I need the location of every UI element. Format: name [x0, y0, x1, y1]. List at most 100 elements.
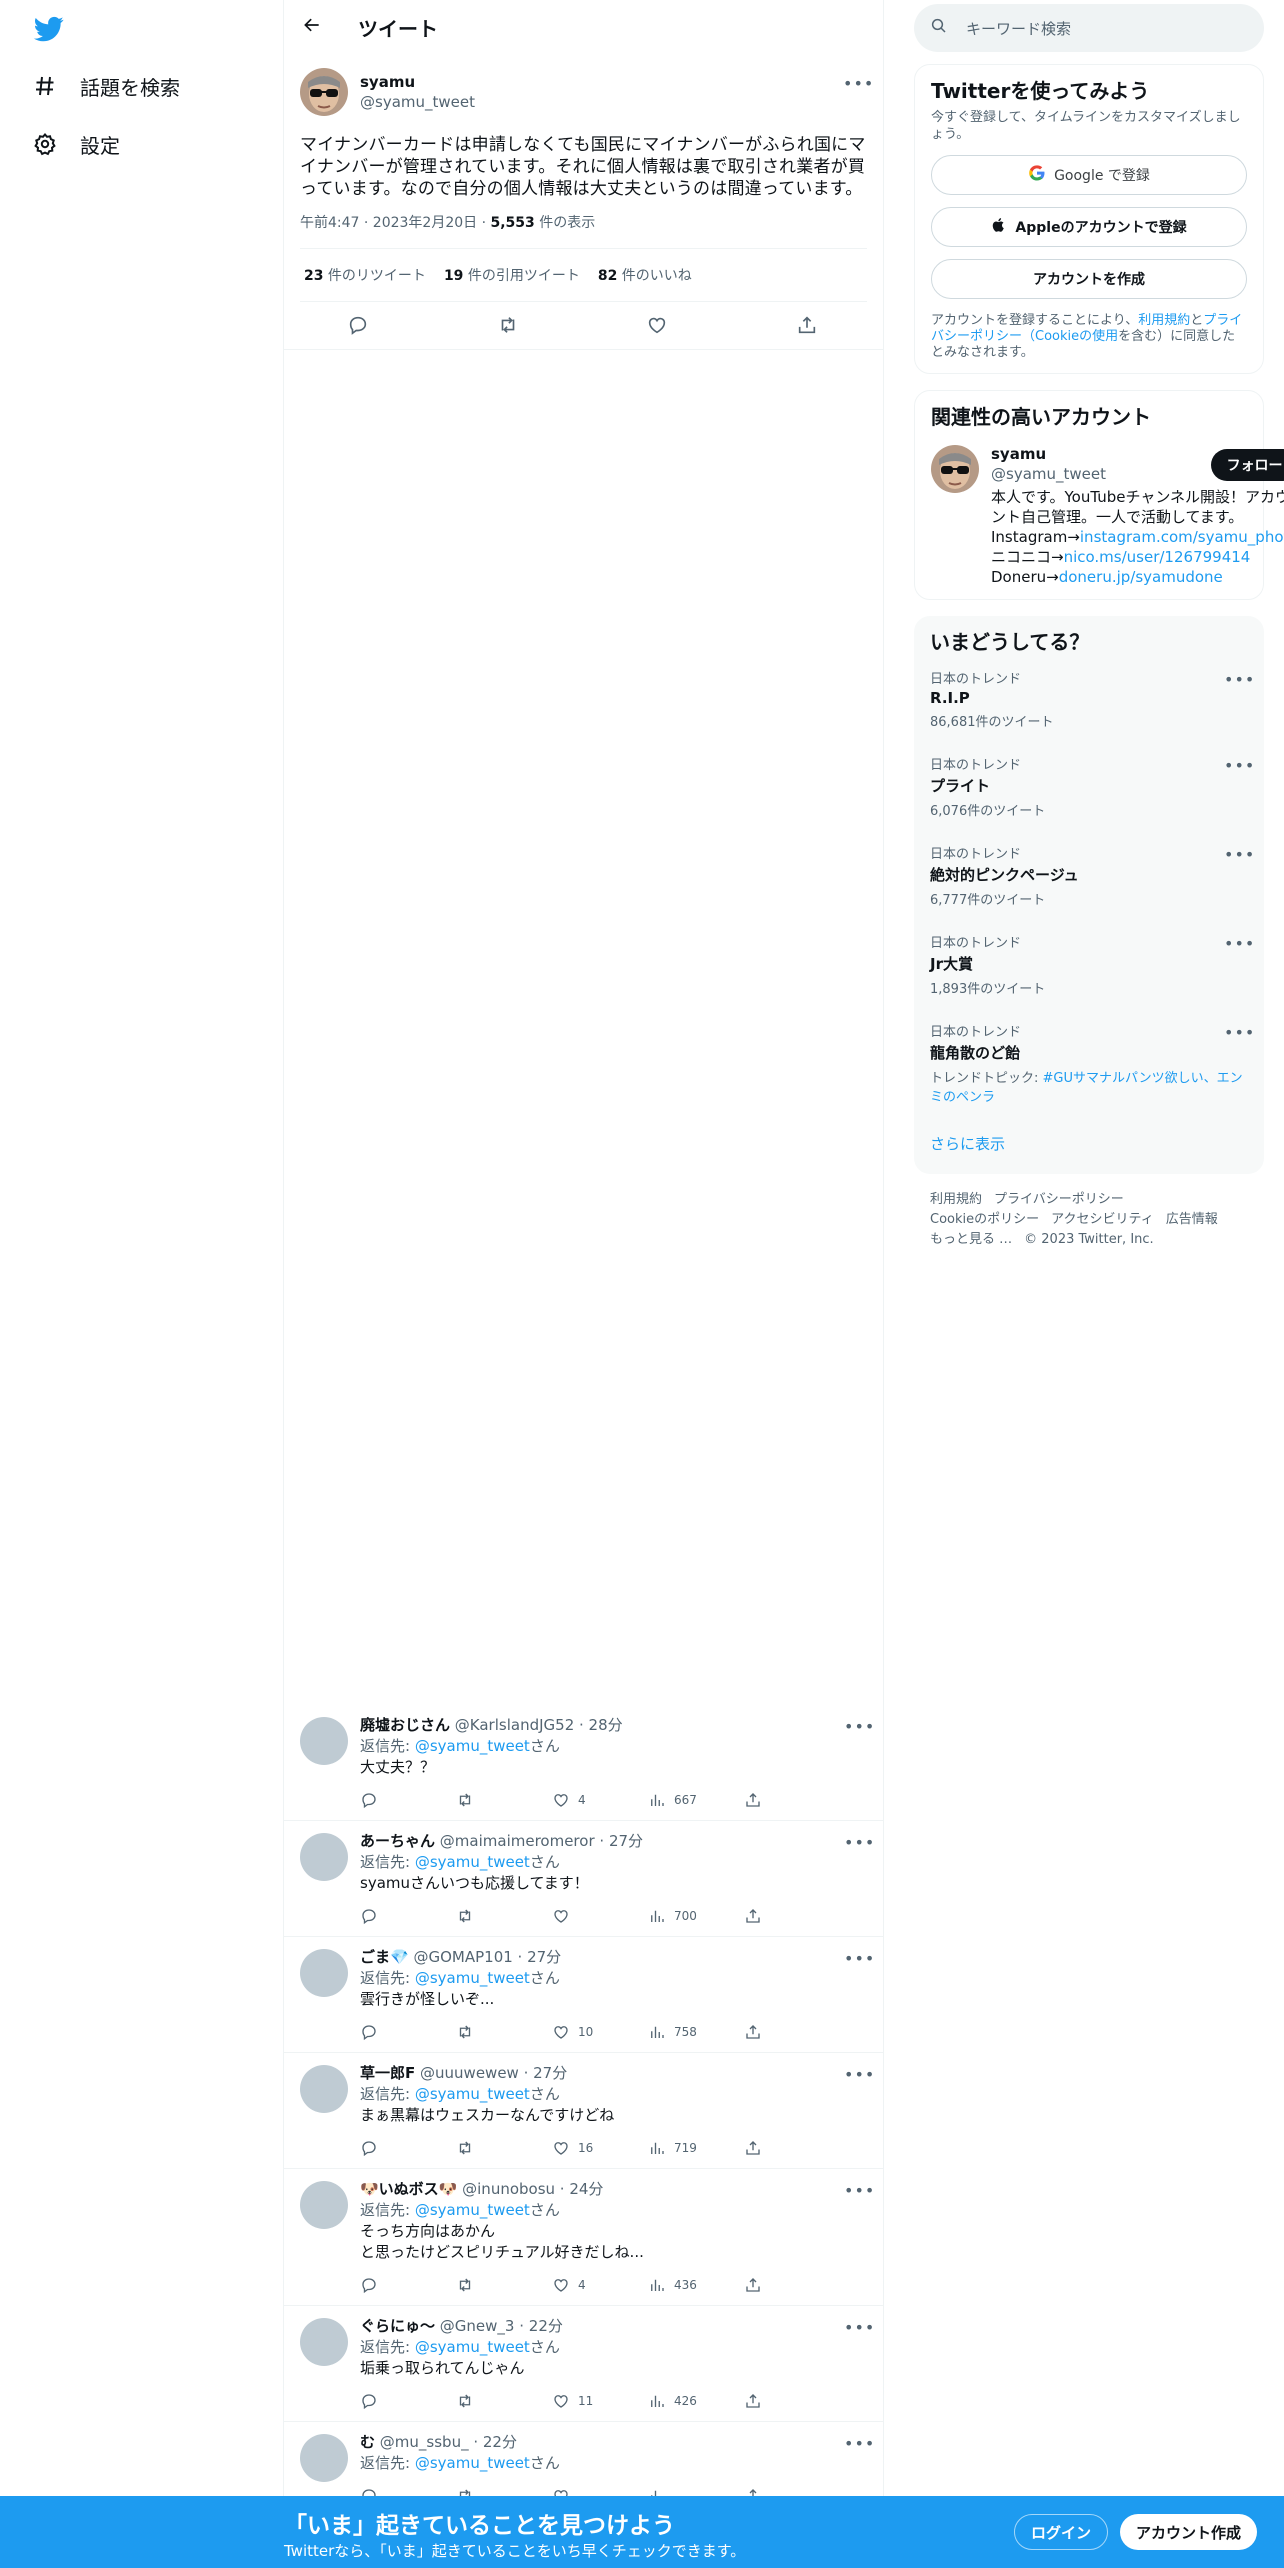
like-button[interactable]: 10	[552, 2023, 648, 2041]
more-options-icon[interactable]: •••	[1224, 756, 1254, 776]
more-options-icon[interactable]: •••	[1224, 670, 1254, 690]
author-name[interactable]: syamu	[360, 73, 475, 91]
more-options-icon[interactable]: •••	[843, 74, 873, 94]
reply-avatar[interactable]	[300, 1949, 348, 1997]
back-arrow-icon[interactable]	[302, 15, 322, 39]
footer-ads[interactable]: 広告情報	[1166, 1212, 1218, 1227]
reply-tweet[interactable]: ••• 草一郎F @uuuwewew · 27分 返信先: @syamu_twe…	[284, 2053, 884, 2169]
reply-author-name[interactable]: 🐶いぬボス🐶	[360, 2180, 457, 2198]
reply-author-handle[interactable]: @maimaimeromeror	[440, 1832, 595, 1850]
reply-avatar[interactable]	[300, 1833, 348, 1881]
reply-button[interactable]	[360, 1907, 456, 1925]
reply-tweet[interactable]: ••• ごま💎 @GOMAP101 · 27分 返信先: @syamu_twee…	[284, 1937, 884, 2053]
share-button[interactable]	[744, 2276, 840, 2294]
reply-time[interactable]: 22分	[483, 2433, 517, 2451]
signup-button[interactable]: アカウント作成	[1120, 2514, 1258, 2550]
more-options-icon[interactable]: •••	[844, 1833, 874, 1853]
reply-avatar[interactable]	[300, 2181, 348, 2229]
tweet-timestamp[interactable]: 午前4:47 · 2023年2月20日 ·	[300, 215, 491, 231]
views-button[interactable]: 758	[648, 2023, 744, 2041]
reply-author-handle[interactable]: @Gnew_3	[440, 2317, 515, 2335]
more-options-icon[interactable]: •••	[844, 1717, 874, 1737]
nav-explore[interactable]: 話題を検索	[32, 66, 180, 106]
author-handle[interactable]: @syamu_tweet	[360, 93, 475, 111]
related-avatar[interactable]	[931, 445, 979, 493]
reply-to-link[interactable]: @syamu_tweet	[415, 2338, 530, 2356]
reply-to-link[interactable]: @syamu_tweet	[415, 2454, 530, 2472]
views-button[interactable]: 700	[648, 1907, 744, 1925]
reply-author-name[interactable]: ごま💎	[360, 1948, 409, 1966]
reply-author-handle[interactable]: @inunobosu	[462, 2180, 555, 2198]
reply-author-name[interactable]: 廃墟おじさん	[360, 1716, 450, 1734]
like-button[interactable]: 4	[552, 1791, 648, 1809]
footer-cookie[interactable]: Cookieのポリシー	[930, 1212, 1039, 1227]
reply-author-handle[interactable]: @GOMAP101	[413, 1948, 512, 1966]
like-icon[interactable]	[646, 314, 670, 338]
more-options-icon[interactable]: •••	[1224, 934, 1254, 954]
views-button[interactable]: 426	[648, 2392, 744, 2410]
more-options-icon[interactable]: •••	[844, 2065, 874, 2085]
share-button[interactable]	[744, 2392, 840, 2410]
retweet-stat[interactable]: 23 件のリツイート	[304, 265, 426, 285]
share-button[interactable]	[744, 2023, 840, 2041]
nav-settings[interactable]: 設定	[32, 124, 120, 164]
retweet-button[interactable]	[456, 1907, 552, 1925]
reply-button[interactable]	[360, 2276, 456, 2294]
reply-button[interactable]	[360, 1791, 456, 1809]
reply-time[interactable]: 24分	[569, 2180, 603, 2198]
more-options-icon[interactable]: •••	[844, 2181, 874, 2201]
reply-button[interactable]	[360, 2139, 456, 2157]
terms-link[interactable]: 利用規約	[1138, 313, 1190, 328]
more-options-icon[interactable]: •••	[1224, 845, 1254, 865]
reply-author-name[interactable]: ぐらにゅ〜	[360, 2317, 435, 2335]
twitter-logo-icon[interactable]	[32, 14, 66, 44]
reply-author-name[interactable]: 草一郎F	[360, 2064, 415, 2082]
trend-item[interactable]: ••• 日本のトレンド 絶対的ピンクページュ 6,777件のツイート	[930, 831, 1254, 920]
footer-terms[interactable]: 利用規約	[930, 1192, 982, 1207]
reply-avatar[interactable]	[300, 2434, 348, 2482]
views-button[interactable]: 436	[648, 2276, 744, 2294]
retweet-button[interactable]	[456, 2139, 552, 2157]
reply-author-handle[interactable]: @mu_ssbu_	[380, 2433, 469, 2451]
reply-tweet[interactable]: ••• ぐらにゅ〜 @Gnew_3 · 22分 返信先: @syamu_twee…	[284, 2306, 884, 2422]
retweet-button[interactable]	[456, 2392, 552, 2410]
share-button[interactable]	[744, 1791, 840, 1809]
reply-avatar[interactable]	[300, 2318, 348, 2366]
google-signup-button[interactable]: Google で登録	[931, 155, 1247, 195]
share-icon[interactable]	[796, 314, 820, 338]
footer-accessibility[interactable]: アクセシビリティ	[1051, 1212, 1154, 1227]
more-options-icon[interactable]: •••	[844, 2318, 874, 2338]
retweet-button[interactable]	[456, 1791, 552, 1809]
reply-time[interactable]: 22分	[529, 2317, 563, 2335]
like-button[interactable]: 4	[552, 2276, 648, 2294]
apple-signup-button[interactable]: Appleのアカウントで登録	[931, 207, 1247, 247]
reply-author-handle[interactable]: @uuuwewew	[420, 2064, 519, 2082]
retweet-button[interactable]	[456, 2276, 552, 2294]
instagram-link[interactable]: instagram.com/syamu_photo	[1080, 528, 1284, 546]
reply-avatar[interactable]	[300, 1717, 348, 1765]
reply-author-handle[interactable]: @KarlslandJG52	[455, 1716, 574, 1734]
search-input[interactable]: キーワード検索	[914, 4, 1264, 52]
retweet-button[interactable]	[456, 2023, 552, 2041]
reply-button[interactable]	[360, 2392, 456, 2410]
trend-item[interactable]: ••• 日本のトレンド プライト 6,076件のツイート	[930, 742, 1254, 831]
quote-stat[interactable]: 19 件の引用ツイート	[444, 265, 580, 285]
trend-item[interactable]: ••• 日本のトレンド R.I.P 86,681件のツイート	[930, 656, 1254, 742]
reply-to-link[interactable]: @syamu_tweet	[415, 1853, 530, 1871]
share-button[interactable]	[744, 2139, 840, 2157]
reply-time[interactable]: 27分	[609, 1832, 643, 1850]
reply-to-link[interactable]: @syamu_tweet	[415, 2085, 530, 2103]
like-button[interactable]: 11	[552, 2392, 648, 2410]
doneru-link[interactable]: doneru.jp/syamudone	[1059, 568, 1223, 586]
reply-tweet[interactable]: ••• あーちゃん @maimaimeromeror · 27分 返信先: @s…	[284, 1821, 884, 1937]
reply-tweet[interactable]: ••• 🐶いぬボス🐶 @inunobosu · 24分 返信先: @syamu_…	[284, 2169, 884, 2306]
footer-privacy[interactable]: プライバシーポリシー	[994, 1192, 1124, 1207]
cookie-link[interactable]: （Cookieの使用	[1022, 329, 1118, 344]
more-options-icon[interactable]: •••	[1224, 1023, 1254, 1043]
show-more-link[interactable]: さらに表示	[930, 1117, 1248, 1162]
more-options-icon[interactable]: •••	[844, 2434, 874, 2454]
reply-time[interactable]: 28分	[589, 1716, 623, 1734]
reply-icon[interactable]	[347, 314, 371, 338]
reply-to-link[interactable]: @syamu_tweet	[415, 2201, 530, 2219]
views-button[interactable]: 719	[648, 2139, 744, 2157]
